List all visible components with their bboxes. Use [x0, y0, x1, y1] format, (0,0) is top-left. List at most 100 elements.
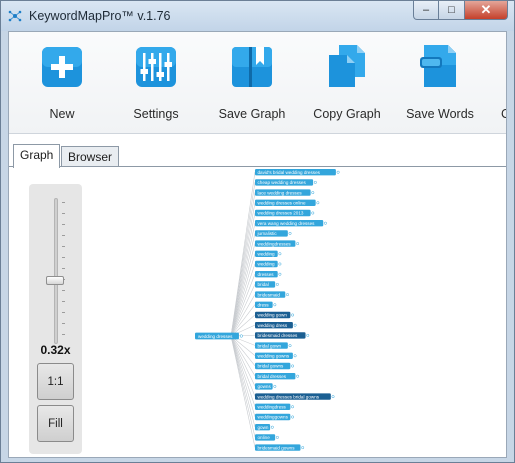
keyword-node[interactable]: wedding dresses 2013 — [255, 209, 315, 217]
graph-edge — [230, 335, 256, 377]
keyword-node[interactable]: bridal gowns — [255, 362, 295, 370]
toolbar-overflow-item[interactable]: C — [501, 107, 506, 123]
keyword-node-label: vera wang wedding dresses — [258, 221, 316, 226]
keyword-node-label: weddingdresses — [258, 241, 292, 246]
keyword-node[interactable]: weddingdress — [255, 403, 295, 410]
expand-node-icon[interactable] — [324, 221, 327, 225]
expand-node-icon[interactable] — [316, 201, 320, 205]
keyword-node[interactable]: weddinggowns — [255, 413, 295, 421]
expand-node-icon[interactable] — [278, 252, 282, 256]
expand-node-icon[interactable] — [275, 435, 279, 439]
expand-node-icon[interactable] — [278, 272, 282, 276]
keyword-node[interactable]: wedding — [255, 250, 282, 257]
keyword-node[interactable]: wedding gowns — [255, 352, 297, 359]
keyword-node[interactable]: wedding gown — [255, 311, 295, 319]
plus-icon — [42, 47, 82, 87]
keyword-node[interactable]: weddingdresses — [255, 240, 300, 247]
keyword-node-label: wedding dresses 2013 — [258, 211, 304, 216]
zoom-reset-button[interactable]: 1:1 — [37, 363, 74, 400]
settings-label: Settings — [133, 107, 179, 121]
expand-node-icon[interactable] — [306, 333, 310, 337]
graph-edge — [230, 335, 256, 417]
tab-strip: Graph Browser — [9, 144, 506, 168]
keyword-node[interactable]: wedding dress — [255, 322, 297, 329]
maximize-button[interactable]: □ — [439, 1, 465, 20]
expand-node-icon[interactable] — [296, 374, 300, 378]
expand-node-icon[interactable] — [291, 405, 295, 409]
expand-node-icon[interactable] — [291, 415, 295, 419]
expand-node-icon[interactable] — [288, 344, 292, 348]
expand-node-icon[interactable] — [311, 191, 315, 195]
settings-button[interactable]: Settings — [111, 43, 201, 125]
expand-node-icon[interactable] — [273, 384, 277, 388]
expand-node-icon[interactable] — [239, 334, 243, 338]
tab-graph[interactable]: Graph — [13, 144, 61, 168]
keyword-node[interactable]: dresses — [255, 271, 282, 278]
zoom-tick — [62, 323, 65, 324]
zoom-tick — [62, 290, 65, 291]
expand-node-icon[interactable] — [311, 211, 315, 215]
expand-node-icon[interactable] — [270, 425, 274, 429]
keyword-node[interactable]: lace wedding dresses — [255, 189, 315, 196]
zoom-slider-thumb[interactable] — [46, 276, 64, 285]
root-keyword-node[interactable]: wedding dresses — [195, 332, 243, 340]
keyword-node[interactable]: vera wang wedding dresses — [255, 220, 327, 227]
keyword-node-label: dress — [258, 303, 270, 308]
expand-node-icon[interactable] — [288, 231, 292, 235]
tab-browser[interactable]: Browser — [61, 146, 120, 167]
save-graph-button[interactable]: Save Graph — [207, 43, 297, 125]
window-title: KeywordMapPro™ v.1.76 — [29, 9, 171, 23]
new-button[interactable]: New — [17, 43, 107, 125]
keyword-node[interactable]: wedding dresses bridal gowns — [255, 393, 335, 400]
keyword-node-label: wedding — [258, 252, 276, 257]
keyword-node[interactable]: bridesmaid — [255, 291, 289, 298]
keyword-node-label: lace wedding dresses — [258, 190, 303, 195]
save-words-button[interactable]: Save Words — [395, 43, 485, 125]
zoom-tick — [62, 257, 65, 258]
keyword-node-label: bridal — [258, 282, 269, 287]
keyword-node[interactable]: bridesmaid dresses — [255, 332, 310, 339]
keyword-node[interactable]: gowns — [255, 383, 277, 390]
save-words-label: Save Words — [406, 107, 474, 121]
keyword-node[interactable]: bridal gown — [255, 342, 292, 349]
zoom-slider-track[interactable] — [54, 198, 58, 344]
keyword-node-label: weddinggowns — [258, 415, 289, 420]
zoom-tick — [62, 213, 65, 214]
keyword-node[interactable]: gown — [255, 424, 274, 431]
keyword-node-label: dresses — [258, 272, 275, 277]
keyword-node[interactable]: jurnalistic — [255, 230, 292, 237]
keyword-node[interactable]: dress — [255, 301, 277, 308]
minimize-button[interactable]: – — [413, 1, 439, 20]
keyword-node[interactable]: david's bridal wedding dresses — [255, 169, 340, 176]
keyword-node[interactable]: bridal dresses — [255, 373, 300, 380]
expand-node-icon[interactable] — [313, 180, 317, 184]
expand-node-icon[interactable] — [336, 170, 340, 174]
expand-node-icon[interactable] — [291, 364, 295, 368]
expand-node-icon[interactable] — [296, 242, 300, 246]
close-button[interactable]: ✕ — [465, 1, 508, 20]
expand-node-icon[interactable] — [301, 446, 305, 450]
keyword-node-label: cheap wedding dresses — [258, 180, 307, 185]
zoom-fill-button[interactable]: Fill — [37, 405, 74, 442]
title-bar[interactable]: KeywordMapPro™ v.1.76 – □ ✕ — [1, 1, 514, 31]
expand-node-icon[interactable] — [286, 293, 289, 297]
keyword-node[interactable]: bridal — [255, 281, 279, 288]
keyword-graph[interactable]: david's bridal wedding dresses cheap wedd… — [99, 167, 507, 458]
keyword-node-label: bridesmaid gowns — [258, 445, 296, 450]
expand-node-icon[interactable] — [293, 323, 297, 327]
expand-node-icon[interactable] — [275, 282, 279, 286]
expand-node-icon[interactable] — [291, 313, 295, 317]
keyword-node[interactable]: cheap wedding dresses — [255, 179, 317, 186]
keyword-node[interactable]: wedding — [255, 260, 282, 268]
keyword-node[interactable]: wedding dresses online — [255, 199, 320, 206]
app-window: KeywordMapPro™ v.1.76 – □ ✕ New Settings… — [0, 0, 515, 463]
toolbar: New Settings Save Graph Copy Graph Save … — [9, 32, 506, 134]
copy-graph-button[interactable]: Copy Graph — [302, 43, 392, 125]
keyword-node[interactable]: online — [255, 434, 279, 441]
expand-node-icon[interactable] — [278, 262, 282, 266]
expand-node-icon[interactable] — [293, 354, 297, 358]
zoom-value: 0.32x — [40, 343, 71, 357]
expand-node-icon[interactable] — [273, 303, 277, 307]
expand-node-icon[interactable] — [331, 395, 335, 399]
keyword-node[interactable]: bridesmaid gowns — [255, 444, 305, 451]
